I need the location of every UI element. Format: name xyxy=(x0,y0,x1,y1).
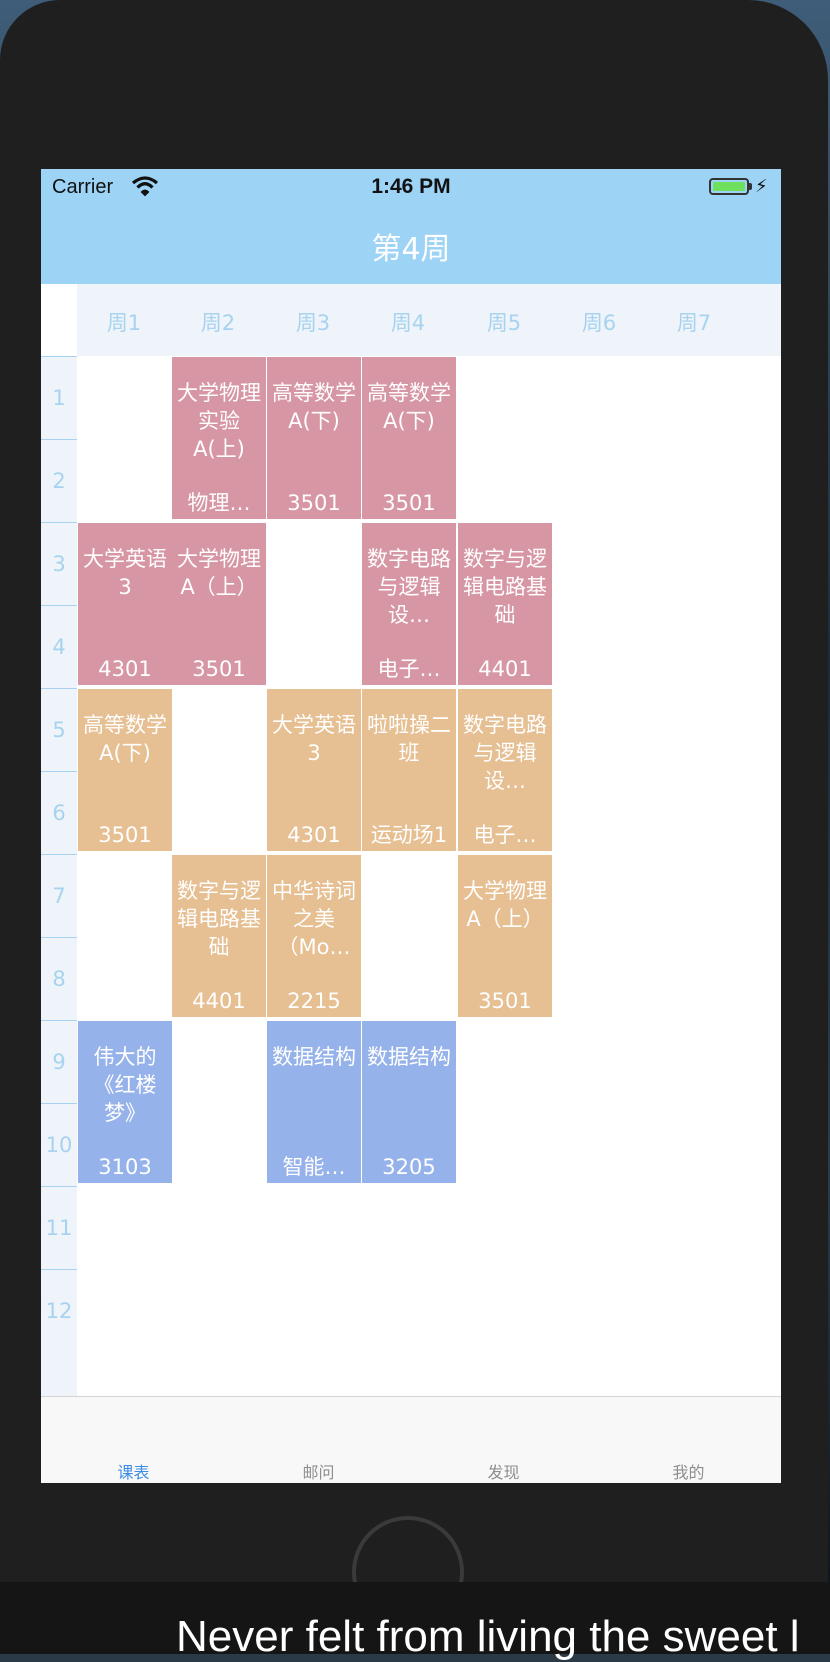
day-label: 周3 xyxy=(295,311,331,335)
period-column: 1 2 3 4 5 6 7 8 9 10 11 12 xyxy=(41,356,77,1396)
course-cell[interactable]: 大学物理A（上） 3501 xyxy=(172,523,266,685)
tab-item[interactable]: 发现 xyxy=(411,1459,596,1483)
day-label: 周5 xyxy=(486,311,522,335)
period-number: 12 xyxy=(41,1269,77,1352)
video-caption: Never felt from living the sweet l xyxy=(176,1612,800,1661)
course-name: 大学物理A（上） xyxy=(177,547,261,599)
course-cell[interactable]: 数字电路与逻辑设… 电子… xyxy=(362,523,456,685)
day-label: 周7 xyxy=(676,311,712,335)
period-number: 1 xyxy=(41,356,77,439)
day-label: 周6 xyxy=(581,311,617,335)
course-room: 物理… xyxy=(187,491,251,515)
course-name: 中华诗词之美（Mo… xyxy=(272,879,356,959)
tab-item[interactable]: 邮问 xyxy=(226,1459,411,1483)
course-cell[interactable]: 高等数学A(下) 3501 xyxy=(78,689,172,851)
course-room: 智能… xyxy=(282,1155,346,1179)
course-room: 3501 xyxy=(478,989,532,1013)
course-room: 2215 xyxy=(287,989,341,1013)
course-cell[interactable]: 伟大的《红楼梦》 3103 xyxy=(78,1021,172,1183)
course-room: 电子… xyxy=(473,823,537,847)
course-room: 3501 xyxy=(192,657,246,681)
course-cell[interactable]: 数据结构 3205 xyxy=(362,1021,456,1183)
course-name: 高等数学A(下) xyxy=(83,713,167,765)
course-room: 4301 xyxy=(287,823,341,847)
course-cell[interactable]: 中华诗词之美（Mo… 2215 xyxy=(267,855,361,1017)
course-cell[interactable]: 大学物理A（上） 3501 xyxy=(458,855,552,1017)
battery-icon xyxy=(709,178,749,195)
charging-bolt-icon: ⚡ xyxy=(755,176,768,197)
period-number: 2 xyxy=(41,439,77,522)
course-name: 数据结构 xyxy=(367,1045,451,1069)
course-name: 大学英语3 xyxy=(83,547,167,599)
period-number: 10 xyxy=(41,1103,77,1186)
course-cell[interactable]: 数据结构智能… xyxy=(267,1021,361,1183)
tab-bar: 课表 邮问 发现 我的 xyxy=(41,1396,781,1483)
week-title[interactable]: 第4周 xyxy=(41,224,781,268)
course-room: 4401 xyxy=(478,657,532,681)
course-name: 大学物理A（上） xyxy=(463,879,547,931)
period-number: 4 xyxy=(41,605,77,688)
course-name: 高等数学A(下) xyxy=(367,381,451,433)
period-number: 7 xyxy=(41,854,77,937)
course-cell[interactable]: 啦啦操二班运动场1 xyxy=(362,689,456,851)
course-cell[interactable]: 数字与逻辑电路基础 4401 xyxy=(172,855,266,1017)
period-number: 11 xyxy=(41,1186,77,1269)
period-number: 9 xyxy=(41,1020,77,1103)
course-cell[interactable]: 大学英语3 4301 xyxy=(267,689,361,851)
period-number: 5 xyxy=(41,688,77,771)
course-room: 4301 xyxy=(98,657,152,681)
tab-item[interactable]: 课表 xyxy=(41,1459,226,1483)
course-room: 4401 xyxy=(192,989,246,1013)
course-room: 3103 xyxy=(98,1155,152,1179)
course-name: 数字与逻辑电路基础 xyxy=(177,879,261,959)
day-label: 周2 xyxy=(200,311,236,335)
course-name: 高等数学A(下) xyxy=(272,381,356,433)
course-cell[interactable]: 数字与逻辑电路基础 4401 xyxy=(458,523,552,685)
course-room: 3501 xyxy=(98,823,152,847)
day-label: 周4 xyxy=(390,311,426,335)
course-name: 数字电路与逻辑设… xyxy=(367,547,451,627)
course-name: 大学英语3 xyxy=(272,713,356,765)
course-room: 电子… xyxy=(377,657,441,681)
day-header-row: 周1 周2 周3 周4 周5 周6 周7 xyxy=(41,284,781,356)
period-number: 3 xyxy=(41,522,77,605)
course-name: 数字电路与逻辑设… xyxy=(463,713,547,793)
app-screen: Carrier 1:46 PM ⚡ 第4周 周1 周2 周3 周4 周5 周6 周7 123… xyxy=(41,169,781,1483)
period-number: 8 xyxy=(41,937,77,1020)
period-number: 6 xyxy=(41,771,77,854)
course-room: 运动场1 xyxy=(370,823,448,847)
course-cell[interactable]: 大学物理实验A(上) 物理… xyxy=(172,357,266,519)
battery-tip xyxy=(749,183,752,190)
course-name: 啦啦操二班 xyxy=(367,713,451,765)
course-cell[interactable]: 数字电路与逻辑设… 电子… xyxy=(458,689,552,851)
course-cell[interactable]: 大学英语3 4301 xyxy=(78,523,172,685)
course-name: 伟大的《红楼梦》 xyxy=(93,1045,157,1125)
course-name: 数字与逻辑电路基础 xyxy=(463,547,547,627)
course-room: 3501 xyxy=(287,491,341,515)
navigation-header: Carrier 1:46 PM ⚡ 第4周 xyxy=(41,169,781,284)
course-room: 3205 xyxy=(382,1155,436,1179)
course-cell[interactable]: 高等数学A(下) 3501 xyxy=(362,357,456,519)
course-room: 3501 xyxy=(382,491,436,515)
day-label: 周1 xyxy=(106,311,142,335)
tab-item[interactable]: 我的 xyxy=(596,1459,781,1483)
status-time: 1:46 PM xyxy=(371,175,451,198)
course-name: 数据结构 xyxy=(272,1045,356,1069)
course-cell[interactable]: 高等数学A(下) 3501 xyxy=(267,357,361,519)
course-name: 大学物理实验A(上) xyxy=(177,381,261,461)
